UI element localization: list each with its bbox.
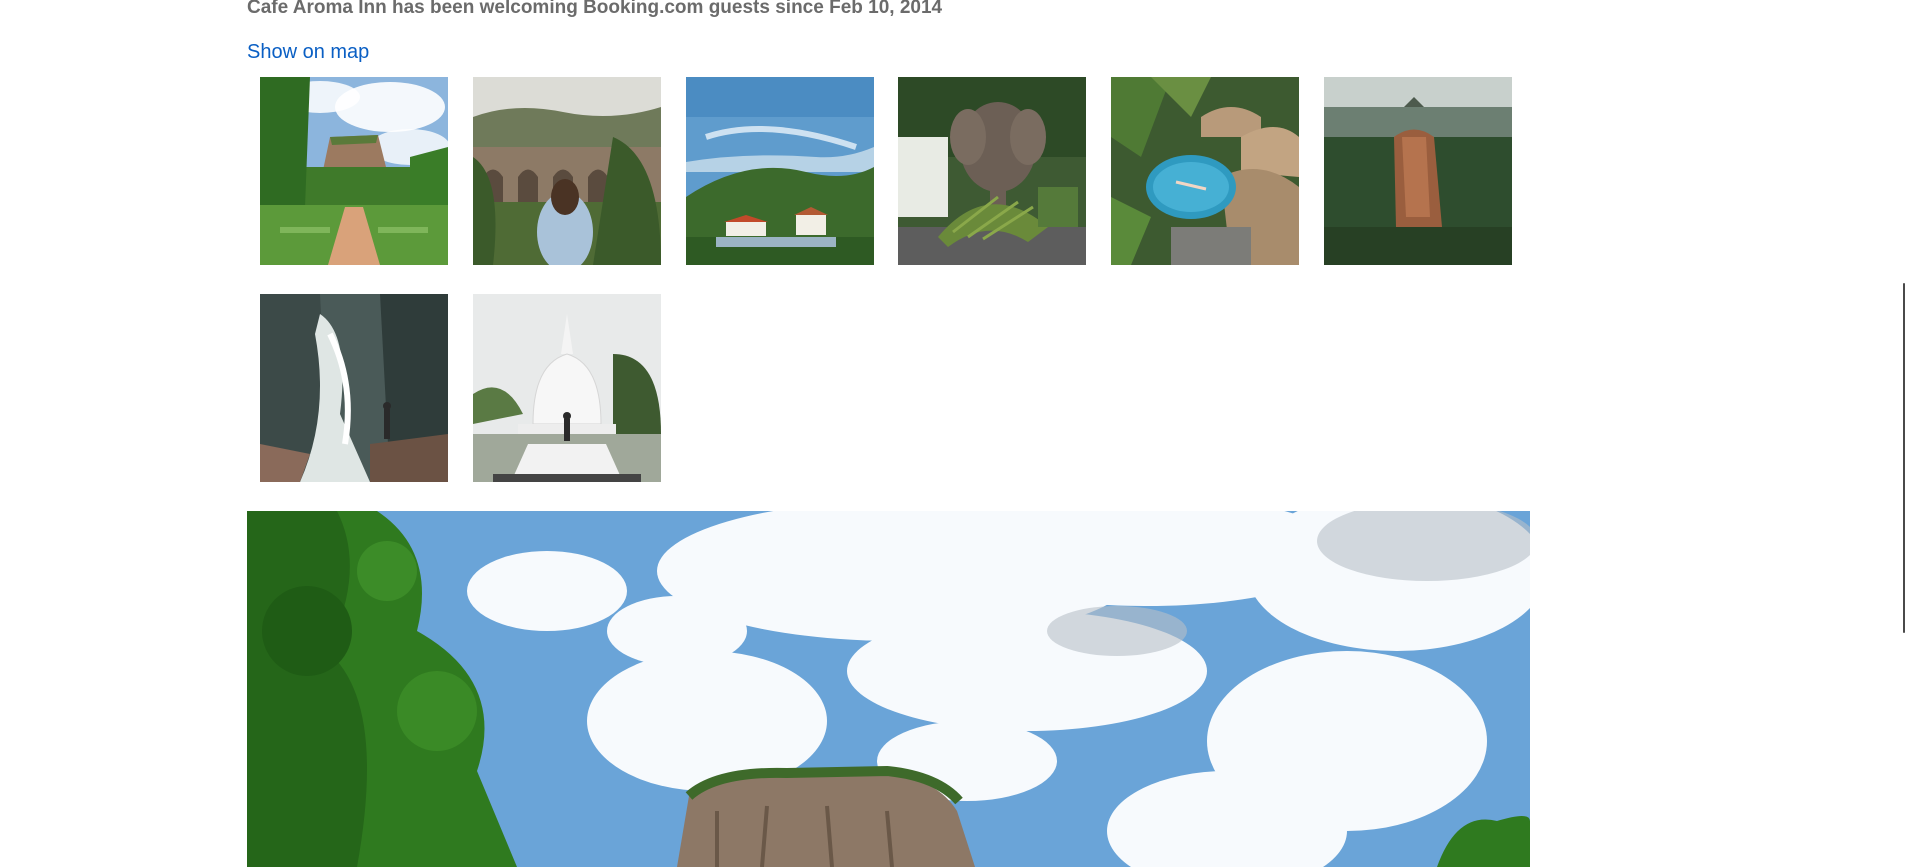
booking-since-text: Cafe Aroma Inn has been welcoming Bookin… xyxy=(247,0,943,18)
property-page: Cafe Aroma Inn has been welcoming Bookin… xyxy=(0,0,1907,867)
hero-photo-sigiriya[interactable] xyxy=(247,511,1530,867)
gallery-photo-kandy-lake[interactable] xyxy=(686,77,874,265)
gallery-photo-waterfall[interactable] xyxy=(260,294,448,482)
page-scrollbar[interactable] xyxy=(1903,283,1905,633)
gallery-photo-nine-arch-bridge[interactable] xyxy=(473,77,661,265)
gallery-photo-jungle-pool[interactable] xyxy=(1111,77,1299,265)
gallery-photo-elephant[interactable] xyxy=(898,77,1086,265)
gallery-photo-white-stupa[interactable] xyxy=(473,294,661,482)
show-on-map-link[interactable]: Show on map xyxy=(247,41,369,64)
gallery-photo-sigiriya-gardens[interactable] xyxy=(260,77,448,265)
gallery-photo-sigiriya-aerial[interactable] xyxy=(1324,77,1512,265)
